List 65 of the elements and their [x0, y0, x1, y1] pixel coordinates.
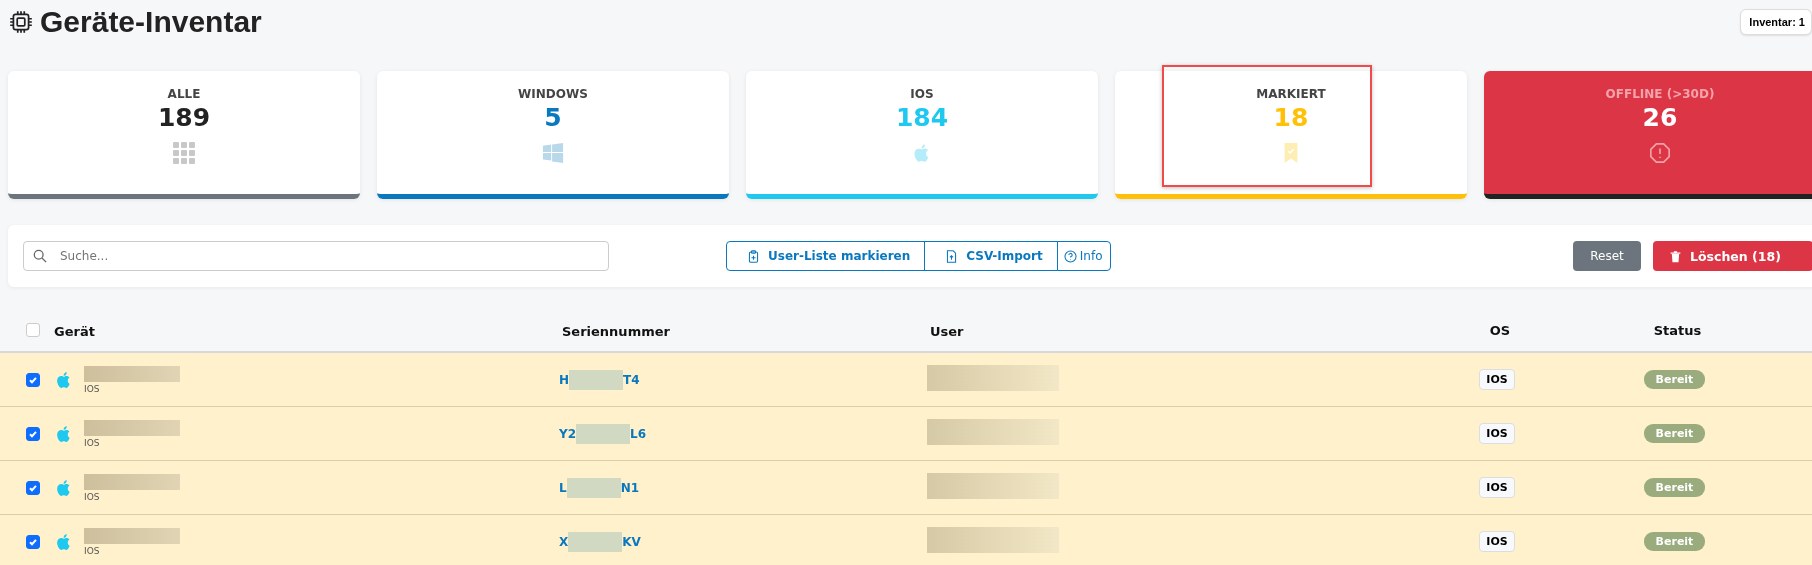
page-title: Geräte-Inventar: [40, 5, 262, 39]
reset-button[interactable]: Reset: [1573, 241, 1641, 271]
redaction-bar: [568, 531, 623, 552]
serial-end: T4: [623, 372, 640, 387]
os-badge: IOS: [1479, 531, 1515, 552]
row-checkbox[interactable]: [26, 426, 40, 441]
card-label: OFFLINE (>30D): [1605, 87, 1715, 101]
stat-card[interactable]: WINDOWS 5: [377, 71, 729, 199]
status-badge: Bereit: [1643, 370, 1706, 389]
device-os-label: IOS: [84, 545, 101, 556]
search-icon: [33, 249, 47, 263]
device-os-label: IOS: [84, 437, 101, 448]
row-checkbox[interactable]: [26, 480, 40, 495]
chip-icon: [8, 9, 34, 35]
redaction-bar: [576, 423, 631, 444]
row-checkbox[interactable]: [26, 372, 40, 387]
search-field[interactable]: Suche...: [23, 241, 609, 271]
status-badge: Bereit: [1643, 532, 1706, 551]
inventory-badge: Inventar: 1: [1740, 9, 1812, 35]
serial-end: L6: [630, 426, 647, 441]
help-circle-icon: [1063, 249, 1077, 263]
device-os-label: IOS: [84, 383, 101, 394]
status-badge: Bereit: [1643, 478, 1706, 497]
trash-icon: [1669, 249, 1682, 263]
status-badge: Bereit: [1643, 424, 1706, 443]
stat-card[interactable]: IOS 184: [746, 71, 1098, 199]
action-button[interactable]: User-Liste markieren: [726, 241, 926, 271]
column-header[interactable]: OS: [1489, 322, 1511, 338]
card-label: WINDOWS: [518, 87, 588, 101]
serial-start: H: [559, 372, 570, 387]
clipboard-icon: [747, 249, 760, 263]
os-badge: IOS: [1479, 369, 1515, 390]
card-label: ALLE: [167, 87, 201, 101]
card-value: 26: [1642, 103, 1678, 132]
column-header[interactable]: Seriennummer: [562, 323, 670, 339]
card-label: IOS: [910, 87, 934, 101]
card-value: 18: [1273, 103, 1309, 132]
windows-icon: [542, 142, 564, 164]
serial-start: L: [559, 480, 567, 495]
action-button[interactable]: CSV-Import: [924, 241, 1058, 271]
card-label: MARKIERT: [1256, 87, 1326, 101]
serial-start: Y2: [559, 426, 577, 441]
stat-card[interactable]: ALLE 189: [8, 71, 360, 199]
card-value: 189: [157, 103, 211, 132]
file-upload-icon: [945, 249, 959, 263]
select-all-checkbox[interactable]: [26, 323, 40, 337]
delete-button[interactable]: Löschen (18): [1653, 241, 1812, 271]
serial-end: N1: [620, 480, 640, 495]
grid-icon: [173, 142, 195, 164]
column-header[interactable]: User: [930, 323, 964, 339]
column-header[interactable]: Gerät: [54, 323, 95, 339]
os-badge: IOS: [1479, 423, 1515, 444]
row-checkbox[interactable]: [26, 534, 40, 549]
card-value: 184: [895, 103, 949, 132]
serial-end: KV: [622, 534, 641, 549]
stat-card[interactable]: OFFLINE (>30D) 26: [1484, 71, 1812, 199]
card-value: 5: [544, 103, 562, 132]
alert-octagon-icon: [1649, 142, 1671, 164]
column-header[interactable]: Status: [1653, 322, 1702, 338]
serial-start: X: [559, 534, 569, 549]
os-badge: IOS: [1479, 477, 1515, 498]
action-button[interactable]: Info: [1056, 241, 1112, 271]
device-os-label: IOS: [84, 491, 101, 502]
redaction-bar: [566, 477, 621, 498]
redaction-bar: [569, 369, 624, 390]
